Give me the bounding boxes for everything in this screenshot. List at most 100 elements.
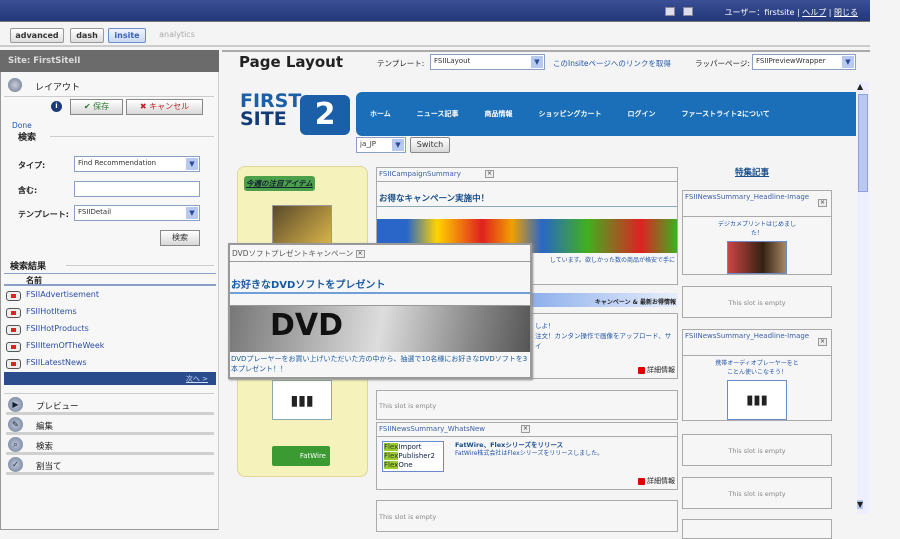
dvd-popup[interactable]: DVDソフトプレゼントキャンペーン × お好きなDVDソフトをプレゼント DVD… xyxy=(228,243,532,379)
close-link[interactable]: 閉じる xyxy=(834,8,858,17)
site-header: Site: FirstSiteII xyxy=(0,50,219,72)
flex-item: Import xyxy=(398,443,422,451)
nav-assign[interactable]: ✓ 割当て xyxy=(6,457,214,475)
logo-badge: 2 xyxy=(300,95,350,135)
news-slot: FSIINewsSummary_WhatsNew × FlexImport Fle… xyxy=(376,422,678,490)
user-label: ユーザー：firstsite xyxy=(724,8,795,17)
empty-text: This slot is empty xyxy=(728,490,786,498)
wrapper-select[interactable]: FSIIPreviewWrapper ▼ xyxy=(752,54,856,70)
site-nav-products[interactable]: 商品情報 xyxy=(484,109,512,119)
name-column-header[interactable]: 名前 xyxy=(26,275,42,286)
wrapper-label: ラッパーページ: xyxy=(695,59,750,68)
search-section-header: 検索 xyxy=(18,133,37,143)
slot-name: FSIINewsSummary_WhatsNew xyxy=(379,425,486,433)
scroll-down-icon[interactable]: ▼ xyxy=(857,500,864,509)
chevron-down-icon: ▼ xyxy=(392,139,404,151)
layout-label: レイアウト xyxy=(35,83,81,93)
remove-slot-icon[interactable]: × xyxy=(818,199,827,207)
separator: | xyxy=(796,8,800,17)
type-label: タイプ: xyxy=(18,161,46,170)
chevron-down-icon: ▼ xyxy=(186,207,198,219)
pager-bar: 次へ > xyxy=(4,372,216,385)
cancel-button[interactable]: ✖ キャンセル xyxy=(126,99,203,115)
site-logo[interactable]: FIRST SITE xyxy=(240,92,301,129)
switch-button[interactable]: Switch xyxy=(410,137,450,153)
nav-label: 編集 xyxy=(36,422,54,432)
feature-title[interactable]: 特集記事 xyxy=(735,166,769,178)
template-icon xyxy=(6,342,21,352)
chevron-down-icon: ▼ xyxy=(531,56,543,68)
empty-text: This slot is empty xyxy=(379,513,437,521)
flex-item: Publisher2 xyxy=(398,452,435,460)
type-select[interactable]: Find Recommendation ▼ xyxy=(74,156,200,172)
results-table-header: 名前 xyxy=(4,273,216,286)
product-image[interactable] xyxy=(272,205,332,245)
headline-text[interactable]: 携帯オーディオプレーヤーをとことん使いこなそう！ xyxy=(683,356,831,378)
site-nav-news[interactable]: ニュース記事 xyxy=(417,109,459,119)
edit-icon: ✎ xyxy=(8,417,23,432)
user-links: ユーザー：firstsite | ヘルプ | 閉じる xyxy=(724,7,858,18)
edit-mode-icon[interactable] xyxy=(665,7,675,16)
promo-title[interactable]: しよ！ xyxy=(535,320,555,330)
template-label: テンプレート: xyxy=(377,59,425,68)
empty-text: This slot is empty xyxy=(728,299,786,307)
nav-search[interactable]: ⌕ 検索 xyxy=(6,437,214,455)
dvd-image[interactable]: DVD xyxy=(230,306,530,352)
detail-link[interactable]: 詳細情報 xyxy=(638,365,675,375)
campaign-title[interactable]: お得なキャンペーン実施中！ xyxy=(377,182,677,207)
empty-text: This slot is empty xyxy=(379,402,437,410)
result-item[interactable]: FSIIHotItems xyxy=(26,307,77,316)
result-item[interactable]: FSIILatestNews xyxy=(26,358,87,367)
headline-text[interactable]: デジカメプリントはじめました！ xyxy=(683,217,831,239)
tab-insite[interactable]: insite xyxy=(108,28,146,43)
empty-slot: This slot is empty xyxy=(682,286,832,318)
nav-edit[interactable]: ✎ 編集 xyxy=(6,417,214,435)
remove-slot-icon[interactable]: × xyxy=(818,338,827,346)
scrollbar-thumb[interactable] xyxy=(858,94,868,192)
help-link[interactable]: ヘルプ xyxy=(802,8,826,17)
tab-analytics[interactable]: analytics xyxy=(152,28,202,43)
save-button[interactable]: ✔ 保存 xyxy=(70,99,123,115)
site-nav-login[interactable]: ログイン xyxy=(627,109,655,119)
window-icon[interactable] xyxy=(683,7,693,16)
scrollbar[interactable]: ▲ ▼ xyxy=(857,82,869,514)
search-button[interactable]: 検索 xyxy=(160,230,200,246)
nav-label: 割当て xyxy=(36,462,62,472)
audio-player-image[interactable]: ▮▮▮ xyxy=(272,380,332,420)
site-nav-cart[interactable]: ショッピングカート xyxy=(538,109,601,119)
separator: | xyxy=(828,8,832,17)
contains-input[interactable] xyxy=(74,181,200,197)
locale-select[interactable]: ja_JP ▼ xyxy=(356,137,406,153)
detail-link[interactable]: 詳細情報 xyxy=(638,476,675,486)
page-template-select[interactable]: FSIILayout ▼ xyxy=(430,54,545,70)
result-item[interactable]: FSIIHotProducts xyxy=(26,324,89,333)
contains-label: 含む: xyxy=(18,186,38,195)
tab-dash[interactable]: dash xyxy=(70,28,104,43)
result-item[interactable]: FSIIAdvertisement xyxy=(26,290,99,299)
flex-prefix: Flex xyxy=(384,443,399,451)
site-nav-home[interactable]: ホーム xyxy=(370,109,391,119)
template-icon xyxy=(6,359,21,369)
remove-slot-icon[interactable]: × xyxy=(521,425,530,433)
remove-slot-icon[interactable]: × xyxy=(485,170,494,178)
scroll-up-icon[interactable]: ▲ xyxy=(857,82,863,91)
chevron-down-icon: ▼ xyxy=(842,56,854,68)
template-value: FSIILayout xyxy=(434,57,471,65)
result-item[interactable]: FSIIItemOfTheWeek xyxy=(26,341,104,350)
tab-advanced[interactable]: advanced xyxy=(10,28,64,43)
done-link[interactable]: Done xyxy=(12,121,32,130)
template-select[interactable]: FSIIDetail ▼ xyxy=(74,205,200,221)
headline-image[interactable]: ▮▮▮ xyxy=(727,380,787,420)
nav-preview[interactable]: ▶ プレビュー xyxy=(6,397,214,415)
hot-items-title[interactable]: 今週の注目アイテム xyxy=(244,176,315,191)
template-icon xyxy=(6,308,21,318)
close-icon[interactable]: × xyxy=(355,250,365,258)
site-nav-about[interactable]: ファーストライト2について xyxy=(681,109,769,119)
info-icon[interactable]: i xyxy=(51,101,62,112)
popup-heading[interactable]: お好きなDVDソフトをプレゼント xyxy=(230,262,530,294)
headline-image[interactable] xyxy=(727,241,787,274)
empty-slot: This slot is empty xyxy=(682,434,832,466)
next-link[interactable]: 次へ > xyxy=(186,374,208,384)
flex-prefix: Flex xyxy=(384,461,399,469)
get-link[interactable]: このInsiteページへのリンクを取得 xyxy=(553,58,671,69)
